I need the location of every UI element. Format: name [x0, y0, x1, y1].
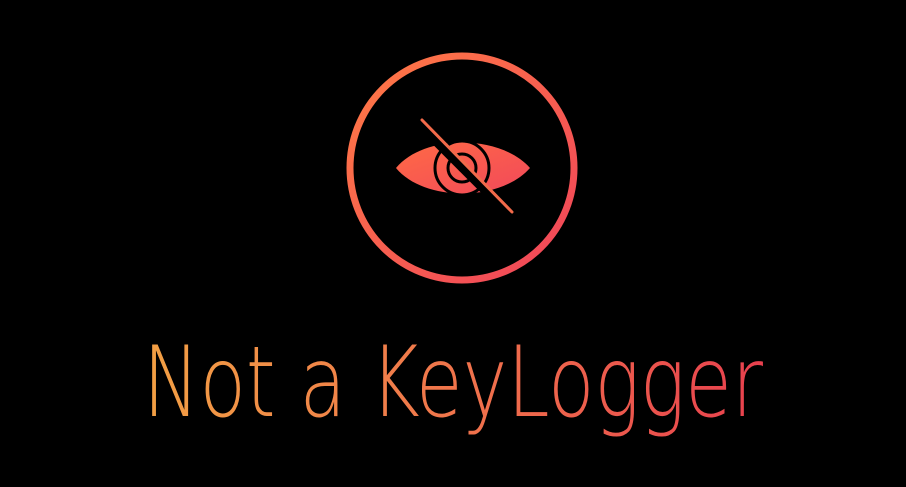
- splash-screen: Not a KeyLogger: [0, 0, 906, 487]
- app-title-text: Not a KeyLogger: [143, 326, 764, 440]
- eye-slash-icon: [396, 118, 530, 220]
- logo-emblem: [346, 52, 578, 284]
- app-title: Not a KeyLogger: [143, 326, 764, 440]
